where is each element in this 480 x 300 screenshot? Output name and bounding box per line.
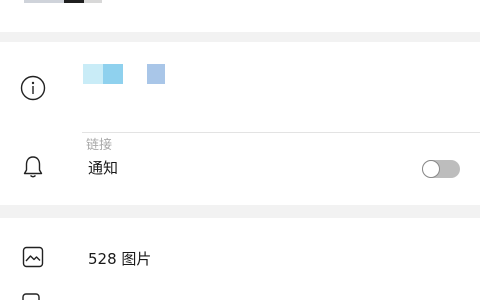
avatar[interactable] xyxy=(24,0,102,3)
redaction-block xyxy=(103,64,123,84)
chat-info-panel: 链接 通知 528 图片 xyxy=(0,0,480,300)
notify-toggle[interactable] xyxy=(422,160,460,178)
bell-icon xyxy=(20,154,46,180)
avatar-part xyxy=(24,0,64,3)
notify-row: 通知 xyxy=(0,132,480,205)
photos-row[interactable]: 528 图片 xyxy=(0,218,480,300)
info-circle-icon xyxy=(20,75,46,101)
file-icon xyxy=(20,288,44,300)
redaction-block xyxy=(123,64,143,84)
link-value-redacted[interactable] xyxy=(83,64,165,84)
redaction-block xyxy=(83,64,103,84)
toggle-knob xyxy=(422,160,440,178)
image-icon xyxy=(20,244,46,270)
photos-label: 528 图片 xyxy=(88,250,152,268)
avatar-part xyxy=(64,0,84,3)
redaction-block xyxy=(147,64,165,84)
media-card: 528 图片 xyxy=(0,218,480,300)
notify-label: 通知 xyxy=(88,159,119,177)
link-row[interactable]: 链接 xyxy=(0,42,480,153)
avatar-part xyxy=(84,0,102,3)
profile-card xyxy=(0,0,480,32)
info-card: 链接 通知 xyxy=(0,42,480,205)
